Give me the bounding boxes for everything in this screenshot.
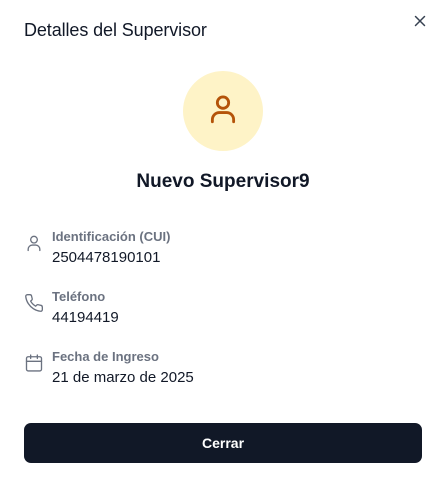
avatar bbox=[183, 71, 263, 151]
detail-label: Fecha de Ingreso bbox=[52, 349, 159, 364]
detail-value: 2504478190101 bbox=[52, 249, 161, 266]
close-button[interactable] bbox=[410, 12, 430, 32]
close-icon bbox=[414, 15, 426, 30]
detail-value: 44194419 bbox=[52, 309, 119, 326]
detail-start-date: Fecha de Ingreso 21 de marzo de 2025 bbox=[24, 349, 404, 399]
user-icon bbox=[206, 92, 240, 131]
detail-label: Teléfono bbox=[52, 289, 106, 304]
user-icon bbox=[24, 233, 44, 253]
detail-label: Identificación (CUI) bbox=[52, 229, 171, 244]
dialog-title: Detalles del Supervisor bbox=[24, 20, 207, 40]
detail-phone: Teléfono 44194419 bbox=[24, 289, 404, 339]
detail-value: 21 de marzo de 2025 bbox=[52, 369, 194, 386]
phone-icon bbox=[24, 293, 44, 313]
close-dialog-button[interactable]: Cerrar bbox=[24, 423, 422, 463]
supervisor-name: Nuevo Supervisor9 bbox=[136, 171, 310, 192]
calendar-icon bbox=[24, 353, 44, 373]
detail-identification: Identificación (CUI) 2504478190101 bbox=[24, 229, 404, 279]
supervisor-details-dialog: Detalles del Supervisor Nuevo Supervisor… bbox=[0, 0, 446, 483]
